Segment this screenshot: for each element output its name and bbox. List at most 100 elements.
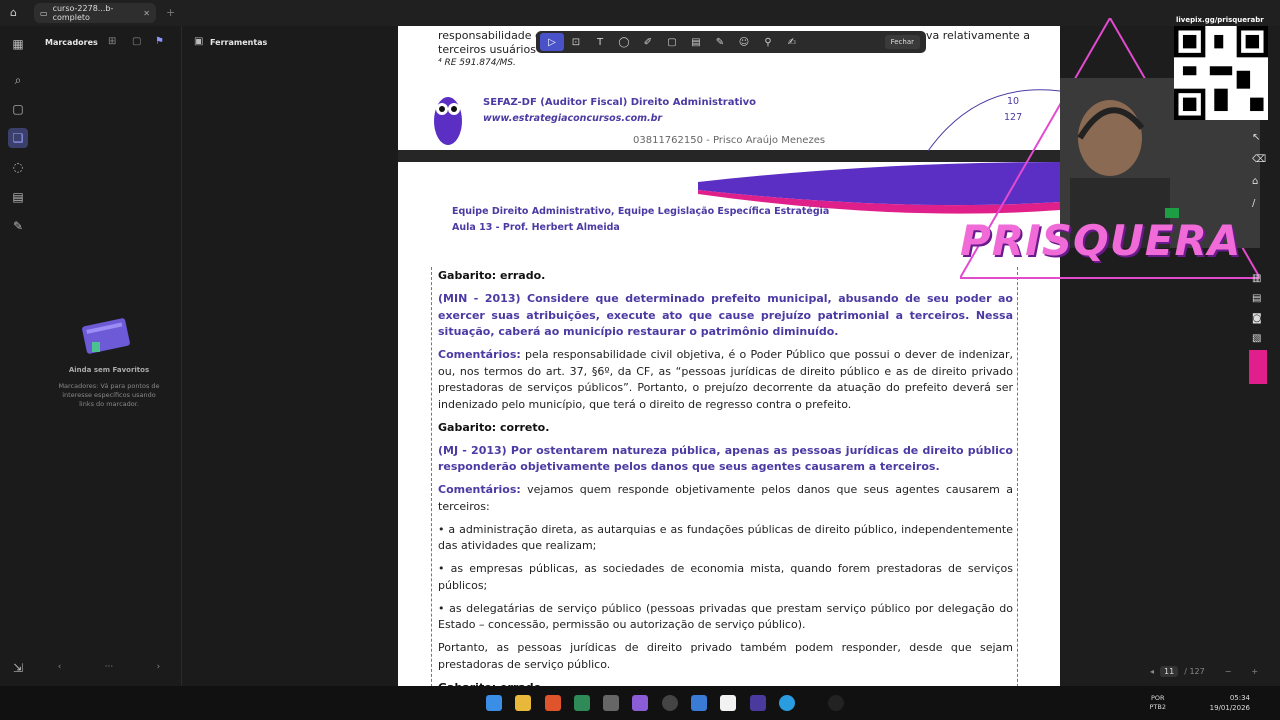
- comment-body: • as empresas públicas, as sociedades de…: [438, 562, 1013, 592]
- comment-body: Portanto, as pessoas jurídicas de direit…: [438, 641, 1013, 671]
- answer-line: Gabarito: errado.: [438, 269, 546, 282]
- comment-body: • as delegatárias de serviço público (pe…: [438, 601, 1013, 632]
- pin-icon[interactable]: ⚑: [155, 36, 164, 47]
- empty-state-title: Ainda sem Favoritos: [68, 366, 150, 374]
- next-icon[interactable]: ›: [157, 662, 161, 672]
- left-rail: ▦ ⌕ ▢ ❏ ◌ ▤ ✎ ⇲: [0, 26, 36, 686]
- comment-tool-icon[interactable]: ◯: [612, 33, 636, 51]
- comment-text: Portanto, as pessoas jurídicas de direit…: [438, 640, 1013, 673]
- system-clock[interactable]: 05:34 19/01/2026: [1210, 693, 1250, 713]
- zoom-in-button[interactable]: +: [1251, 667, 1258, 676]
- header-site-link[interactable]: www.estrategiaconcursos.com.br: [483, 113, 662, 124]
- select-tool-icon[interactable]: ▷: [540, 33, 564, 51]
- add-bookmark-icon[interactable]: ⊞: [108, 36, 116, 47]
- attachment-icon[interactable]: ✎: [8, 216, 28, 236]
- question-text: (MIN - 2013) Considere que determinado p…: [438, 292, 1013, 338]
- lesson-line: Aula 13 - Prof. Herbert Almeida: [452, 222, 620, 233]
- obs-icon[interactable]: [662, 695, 678, 711]
- app-icon[interactable]: [828, 695, 844, 711]
- comment-body: • a administração direta, as autarquias …: [438, 522, 1013, 553]
- comment-label: Comentários:: [438, 348, 521, 361]
- comment-label: Comentários:: [438, 483, 521, 496]
- tag-icon[interactable]: ⌂: [1252, 176, 1266, 190]
- close-tab-icon[interactable]: ✕: [143, 9, 150, 18]
- print-icon[interactable]: ▤: [1252, 293, 1266, 307]
- pdf-reader-icon[interactable]: [750, 695, 766, 711]
- tab-doc-icon: ▭: [40, 8, 48, 18]
- app-icon[interactable]: [691, 695, 707, 711]
- shape-tool-icon[interactable]: ▢: [660, 33, 684, 51]
- team-line: Equipe Direito Administrativo, Equipe Le…: [452, 206, 830, 217]
- file-explorer-icon[interactable]: [515, 695, 531, 711]
- page-navigator: ◂ 11 / 127 − +: [1150, 662, 1276, 680]
- tools-label[interactable]: Ferramentas: [210, 38, 267, 47]
- layers-icon[interactable]: ▤: [8, 187, 28, 207]
- edge-icon[interactable]: [779, 695, 795, 711]
- area-select-icon[interactable]: ⊡: [564, 33, 588, 51]
- windows-taskbar: POR PTB2 05:34 19/01/2026: [0, 686, 1280, 720]
- streamer-brand: PRISQUERA: [960, 216, 1242, 265]
- grid-icon[interactable]: ▦: [8, 34, 28, 54]
- current-page-input[interactable]: 11: [1160, 665, 1179, 677]
- prev-icon[interactable]: ‹: [58, 662, 62, 672]
- comment-text: • a administração direta, as autarquias …: [438, 522, 1013, 555]
- stamp-tool-icon[interactable]: ⚲: [756, 33, 780, 51]
- owl-logo: [434, 97, 462, 145]
- color-swatch[interactable]: [1249, 350, 1267, 384]
- tools-panel: ▣ Ferramentas: [182, 26, 398, 686]
- comment-icon[interactable]: ◌: [8, 157, 28, 177]
- page-icon[interactable]: ▢: [8, 99, 28, 119]
- close-toolbar-button[interactable]: Fechar: [884, 35, 920, 49]
- windows-start-icon[interactable]: [486, 695, 502, 711]
- browser-tab[interactable]: ▭ curso-2278...b-completo ✕: [34, 3, 156, 23]
- eraser-icon[interactable]: ⌫: [1252, 154, 1266, 168]
- comment-body: vejamos quem responde objetivamente pelo…: [438, 483, 1013, 513]
- clock-date: 19/01/2026: [1209, 704, 1250, 712]
- tools-icon[interactable]: ▣: [194, 36, 203, 47]
- panel-title: Marcadores: [45, 38, 98, 47]
- lang-top: POR: [1150, 694, 1165, 702]
- cursor-icon[interactable]: ↖: [1252, 132, 1266, 146]
- language-indicator[interactable]: POR PTB2: [1150, 694, 1167, 712]
- highlight-tool-icon[interactable]: ▤: [684, 33, 708, 51]
- box-border-left: [431, 267, 432, 686]
- app-icon[interactable]: [720, 695, 736, 711]
- signature-tool-icon[interactable]: ✍: [780, 33, 804, 51]
- sticker-tool-icon[interactable]: ☺: [732, 33, 756, 51]
- page-text-line: responsabilidade civ: [438, 29, 551, 42]
- empty-bookmarks-illustration: [82, 318, 130, 354]
- trash-icon[interactable]: ▥: [1252, 273, 1266, 287]
- comment-text: • as delegatárias de serviço público (pe…: [438, 601, 1013, 634]
- app-icon[interactable]: [603, 695, 619, 711]
- search-icon[interactable]: ⌕: [8, 70, 28, 90]
- home-icon[interactable]: ⌂: [10, 6, 17, 19]
- answer-line: Gabarito: correto.: [438, 420, 550, 434]
- zoom-out-button[interactable]: −: [1225, 667, 1232, 676]
- clipboard-icon[interactable]: ▧: [1252, 333, 1266, 347]
- draw-tool-icon[interactable]: ✐: [636, 33, 660, 51]
- more-icon[interactable]: ···: [105, 662, 114, 672]
- question-text: (MJ - 2013) Por ostentarem natureza públ…: [438, 443, 1013, 474]
- footnote: ⁴ RE 591.874/MS.: [438, 58, 516, 68]
- right-tool-strip: ↖ ⌫ ⌂ / ▥ ▤ ◙ ▧: [1248, 108, 1268, 388]
- prev-page-icon[interactable]: ◂: [1150, 667, 1154, 676]
- lang-bottom: PTB2: [1149, 703, 1167, 711]
- brave-browser-icon[interactable]: [545, 695, 561, 711]
- comment-text: Comentários: vejamos quem responde objet…: [438, 482, 1013, 515]
- pen-icon[interactable]: /: [1252, 198, 1266, 212]
- text-tool-icon[interactable]: T: [588, 33, 612, 51]
- annotation-toolbar: ▷ ⊡ T ◯ ✐ ▢ ▤ ✎ ☺ ⚲ ✍ Fechar: [536, 31, 926, 53]
- camera-icon[interactable]: ◙: [1252, 313, 1266, 327]
- app-icon[interactable]: [574, 695, 590, 711]
- bookmarks-panel: Marcadores ⊞ ▢ ⚑ Ainda sem Favoritos Mar…: [36, 26, 182, 686]
- bookmark-option-icon[interactable]: ▢: [132, 36, 141, 47]
- pen-tool-icon[interactable]: ✎: [708, 33, 732, 51]
- empty-state-description: Marcadores: Vá para pontos de interesse …: [58, 382, 160, 408]
- new-tab-button[interactable]: +: [166, 6, 175, 19]
- app-icon[interactable]: [632, 695, 648, 711]
- bookmark-icon[interactable]: ❏: [8, 128, 28, 148]
- page-total-label: / 127: [1184, 666, 1205, 676]
- sidebar-toggle-icon[interactable]: ⇲: [8, 658, 28, 678]
- qr-label: livepix.gg/prisquerabr: [1176, 16, 1264, 24]
- header-course: SEFAZ-DF (Auditor Fiscal) Direito Admini…: [483, 97, 757, 108]
